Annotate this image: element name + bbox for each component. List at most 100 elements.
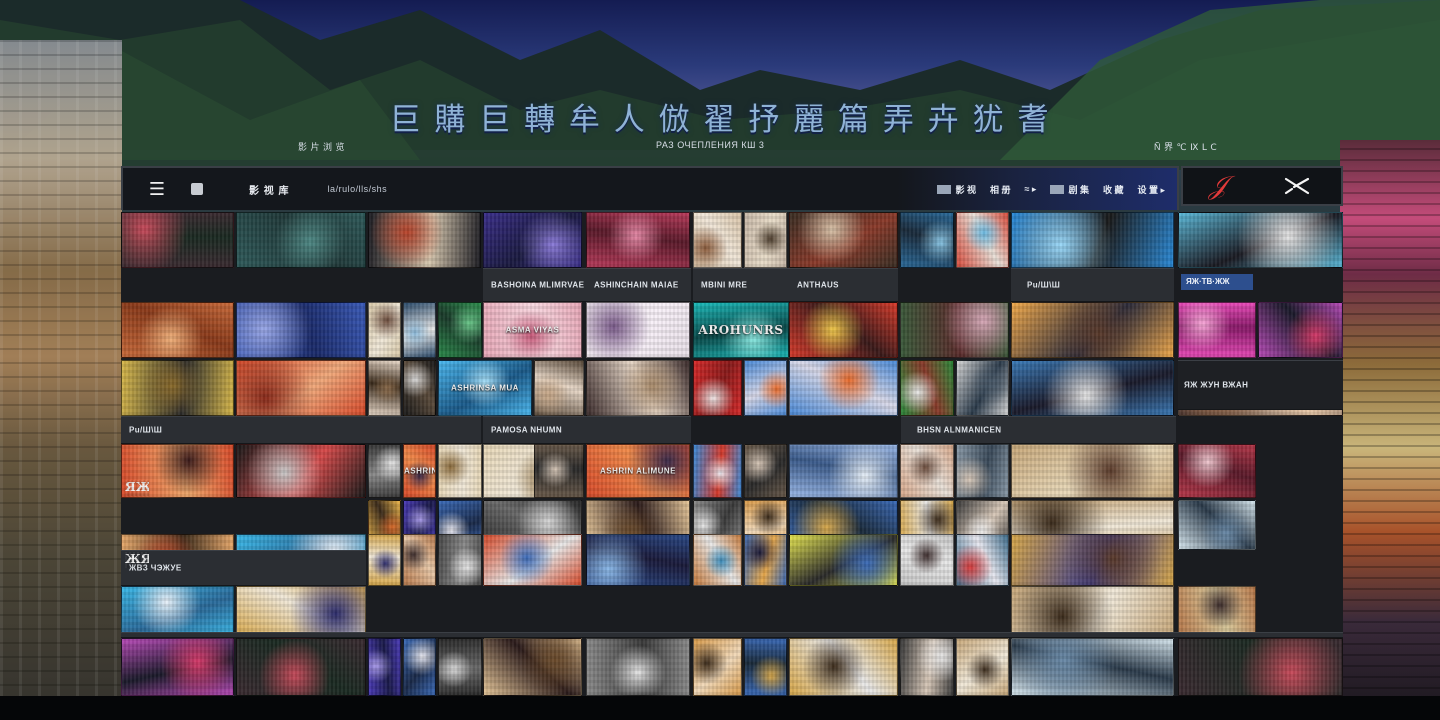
- media-thumbnail[interactable]: [1011, 586, 1174, 638]
- media-thumbnail[interactable]: [403, 534, 436, 586]
- media-thumbnail[interactable]: [744, 360, 787, 416]
- strip-label[interactable]: PAMOSA NHUMN: [491, 426, 562, 435]
- media-thumbnail[interactable]: [121, 212, 234, 268]
- media-thumbnail[interactable]: [1011, 212, 1174, 268]
- toolbar-chip-2[interactable]: ≈ ▸: [1024, 184, 1036, 195]
- media-thumbnail[interactable]: [789, 534, 898, 586]
- media-thumbnail[interactable]: [1258, 302, 1343, 358]
- media-thumbnail[interactable]: [121, 638, 234, 696]
- media-thumbnail[interactable]: [1011, 638, 1174, 696]
- strip-label[interactable]: BASHOINA MLIMRVAE: [491, 281, 584, 290]
- media-thumbnail[interactable]: [789, 212, 898, 268]
- media-thumbnail[interactable]: [368, 360, 401, 416]
- media-thumbnail[interactable]: [956, 444, 1009, 498]
- media-thumbnail[interactable]: [236, 586, 366, 638]
- toolbar-chip-5[interactable]: 设 置 ▸: [1137, 183, 1165, 196]
- strip-label[interactable]: BHSN ALNMANICEN: [917, 426, 1001, 435]
- media-thumbnail[interactable]: [900, 302, 1009, 358]
- media-thumbnail[interactable]: [236, 444, 366, 498]
- view-toggle-button[interactable]: [185, 178, 209, 200]
- media-thumbnail[interactable]: [1178, 638, 1343, 696]
- media-thumbnail[interactable]: [744, 638, 787, 696]
- media-thumbnail[interactable]: [438, 534, 482, 586]
- media-thumbnail[interactable]: [1011, 360, 1174, 416]
- media-thumbnail[interactable]: [693, 444, 742, 498]
- media-thumbnail[interactable]: [693, 638, 742, 696]
- media-thumbnail[interactable]: [368, 212, 481, 268]
- close-button[interactable]: [1279, 170, 1315, 202]
- media-thumbnail[interactable]: [1178, 302, 1256, 358]
- strip-label[interactable]: ASHINCHAIN MAIAE: [594, 281, 679, 290]
- media-thumbnail[interactable]: [586, 360, 690, 416]
- media-thumbnail[interactable]: [438, 302, 482, 358]
- media-thumbnail[interactable]: [1178, 444, 1256, 498]
- media-thumbnail[interactable]: [236, 360, 366, 416]
- toolbar-chip-1[interactable]: 相 册: [990, 183, 1011, 196]
- media-thumbnail[interactable]: [956, 212, 1009, 268]
- strip-label[interactable]: Pu/Ш\Ш: [1027, 281, 1060, 290]
- media-thumbnail[interactable]: [693, 534, 742, 586]
- strip-label[interactable]: MBINI MRE: [701, 281, 747, 290]
- media-thumbnail[interactable]: [236, 302, 366, 358]
- media-thumbnail[interactable]: [1178, 212, 1343, 268]
- strip-label[interactable]: Pu/Ш\Ш: [129, 426, 162, 435]
- media-thumbnail[interactable]: [1011, 534, 1174, 586]
- media-thumbnail[interactable]: [789, 302, 898, 358]
- media-thumbnail[interactable]: [403, 638, 436, 696]
- media-thumbnail[interactable]: [900, 638, 954, 696]
- media-thumbnail[interactable]: ASMA VIYAS: [483, 302, 582, 358]
- media-thumbnail[interactable]: ASHRIN ALIMUNE: [586, 444, 690, 498]
- media-thumbnail[interactable]: [956, 638, 1009, 696]
- media-thumbnail[interactable]: [368, 534, 401, 586]
- media-thumbnail[interactable]: [121, 360, 234, 416]
- strip-label[interactable]: ANTHAUS: [797, 281, 839, 290]
- media-thumbnail[interactable]: [368, 444, 401, 498]
- media-thumbnail[interactable]: [900, 444, 954, 498]
- media-thumbnail[interactable]: [1011, 302, 1174, 358]
- media-thumbnail[interactable]: [438, 638, 482, 696]
- media-thumbnail[interactable]: [121, 586, 234, 638]
- media-thumbnail[interactable]: [789, 638, 898, 696]
- media-thumbnail[interactable]: [900, 534, 954, 586]
- media-thumbnail[interactable]: [483, 212, 582, 268]
- media-thumbnail[interactable]: [483, 638, 582, 696]
- media-thumbnail[interactable]: [789, 360, 898, 416]
- media-thumbnail[interactable]: [956, 360, 1009, 416]
- media-thumbnail[interactable]: [403, 360, 436, 416]
- media-thumbnail[interactable]: [534, 360, 584, 416]
- media-thumbnail[interactable]: [1178, 500, 1256, 550]
- category-badge[interactable]: ЯЖ·ТВ·ЖЖ: [1181, 274, 1253, 290]
- media-thumbnail[interactable]: [586, 534, 690, 586]
- strip-label[interactable]: ЯЖ ЖУН ВЖАН: [1184, 381, 1248, 390]
- media-thumbnail[interactable]: [744, 212, 787, 268]
- toolbar-chip-3[interactable]: 剧 集: [1050, 183, 1089, 196]
- media-thumbnail[interactable]: [586, 638, 690, 696]
- media-thumbnail[interactable]: [534, 444, 584, 498]
- media-thumbnail[interactable]: [789, 444, 898, 498]
- media-thumbnail[interactable]: [693, 360, 742, 416]
- media-thumbnail[interactable]: [368, 302, 401, 358]
- library-label[interactable]: 影 视 库: [249, 182, 290, 197]
- media-thumbnail[interactable]: [956, 534, 1009, 586]
- media-thumbnail[interactable]: [483, 534, 582, 586]
- media-thumbnail[interactable]: [586, 302, 690, 358]
- media-thumbnail[interactable]: [744, 534, 787, 586]
- media-thumbnail[interactable]: [744, 444, 787, 498]
- media-thumbnail[interactable]: AROHUNRS: [693, 302, 789, 358]
- media-thumbnail[interactable]: ASHRINSA MUA: [438, 360, 532, 416]
- media-thumbnail[interactable]: [438, 444, 482, 498]
- media-thumbnail[interactable]: [236, 638, 366, 696]
- media-thumbnail[interactable]: [586, 212, 690, 268]
- media-thumbnail[interactable]: [1011, 444, 1174, 498]
- media-thumbnail[interactable]: [693, 212, 742, 268]
- toolbar-chip-0[interactable]: 影 视: [937, 183, 976, 196]
- media-thumbnail[interactable]: [236, 212, 366, 268]
- media-thumbnail[interactable]: [403, 302, 436, 358]
- media-thumbnail[interactable]: [1178, 586, 1256, 638]
- media-thumbnail[interactable]: [368, 638, 401, 696]
- media-thumbnail[interactable]: [900, 212, 954, 268]
- media-thumbnail[interactable]: ASHRIN ALIMUNE: [403, 444, 436, 498]
- media-thumbnail[interactable]: [121, 302, 234, 358]
- toolbar-chip-4[interactable]: 收 藏: [1103, 183, 1124, 196]
- menu-button[interactable]: ☰: [137, 169, 177, 209]
